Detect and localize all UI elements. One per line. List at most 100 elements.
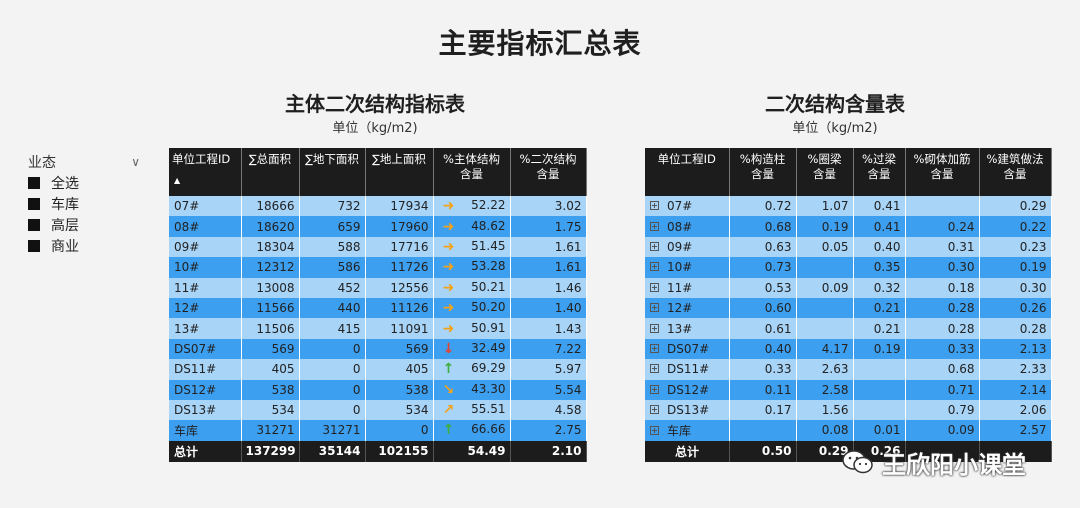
table-row[interactable]: 车库 31271 31271 0 ↑ 66.66 2.75 [169,420,587,441]
cell-content-5: 0.19 [979,257,1052,278]
col-header-total-area[interactable]: ∑总面积 [241,148,300,196]
expand-icon[interactable] [650,201,659,211]
expand-icon[interactable] [650,364,659,374]
cell-underground-area: 659 [299,216,366,237]
cell-secondary-structure: 1.75 [510,216,587,237]
table-row[interactable]: DS11# 405 0 405 ↑ 69.29 5.97 [169,359,587,380]
table-row[interactable]: DS13# 0.17 1.56 0.79 2.06 [645,399,1052,421]
cell-unit-id: 07# [645,196,730,217]
checkbox-icon[interactable] [28,239,40,252]
expand-icon[interactable] [650,384,659,394]
checkbox-icon[interactable] [28,218,40,231]
slicer-item-all[interactable]: 全选 [28,172,140,193]
expand-icon[interactable] [650,303,659,313]
table-row[interactable]: DS11# 0.33 2.63 0.68 2.33 [645,359,1052,380]
expand-icon[interactable] [650,221,659,231]
col-header-masonry-rebar-content[interactable]: %砌体加筋 含量 [905,148,980,196]
cell-unit-id: 11# [645,277,730,298]
cell-value: DS11# [667,362,710,377]
slicer-item-label: 全选 [51,175,79,192]
cell-unit-id: DS07# [169,338,242,360]
expand-icon[interactable] [650,241,659,251]
cell-content-1: 0.60 [729,297,797,319]
slicer-item-commercial[interactable]: 商业 [28,235,140,256]
cell-content-2: 0.05 [796,236,854,258]
expand-icon[interactable] [650,262,659,272]
expand-icon[interactable] [650,425,659,435]
cell-value: DS07# [667,341,710,356]
table-row[interactable]: DS13# 534 0 534 ↗ 55.51 4.58 [169,399,587,421]
cell-underground-area: 586 [299,257,366,278]
col-header-ring-beam-content[interactable]: %圈梁 含量 [796,148,854,196]
table1-title: 主体二次结构指标表 [285,92,465,116]
col-header-lintel-content[interactable]: %过梁 含量 [853,148,906,196]
expand-icon[interactable] [650,405,659,415]
table-row[interactable]: 08# 0.68 0.19 0.41 0.24 0.22 [645,216,1052,237]
table-row[interactable]: 13# 0.61 0.21 0.28 0.28 [645,318,1052,339]
cell-content-2: 1.07 [796,196,854,217]
table-row[interactable]: 12# 11566 440 11126 ➜ 50.20 1.40 [169,297,587,319]
expand-icon[interactable] [650,343,659,353]
col-header-unit-id[interactable]: 单位工程ID ▲ [169,148,242,196]
cell-secondary-structure: 3.02 [510,196,587,217]
table-row[interactable]: 10# 12312 586 11726 ➜ 53.28 1.61 [169,257,587,278]
secondary-structure-table: 单位工程ID %构造柱 含量 %圈梁 含量 %过梁 含量 %砌体加筋 含量 %建… [645,148,1052,462]
col-header-architecture-content[interactable]: %建筑做法 含量 [979,148,1052,196]
cell-unit-id: DS07# [645,338,730,360]
cell-value: 48.62 [471,218,506,233]
table-row[interactable]: DS12# 538 0 538 ↘ 43.30 5.54 [169,379,587,400]
table-row[interactable]: 07# 18666 732 17934 ➜ 52.22 3.02 [169,196,587,217]
cell-total-area: 538 [241,379,300,400]
col-header-unit-id[interactable]: 单位工程ID [645,148,730,196]
table-row[interactable]: 10# 0.73 0.35 0.30 0.19 [645,257,1052,278]
cell-aboveground-area: 405 [365,359,434,380]
chevron-down-icon[interactable]: ∨ [131,155,140,169]
arrow-right-icon: ➜ [442,320,455,337]
table-row[interactable]: 09# 0.63 0.05 0.40 0.31 0.23 [645,236,1052,258]
slicer-item-label: 高层 [51,217,79,234]
table-row[interactable]: 09# 18304 588 17716 ➜ 51.45 1.61 [169,236,587,258]
arrow-right-icon: ➜ [442,279,455,296]
cell-secondary-structure: 2.10 [510,440,587,462]
col-header-column-content[interactable]: %构造柱 含量 [729,148,797,196]
col-header-aboveground-area[interactable]: ∑地上面积 [365,148,434,196]
table-row[interactable]: 11# 13008 452 12556 ➜ 50.21 1.46 [169,277,587,298]
cell-content-3: 0.19 [853,338,906,360]
structure-indicator-table: 单位工程ID ▲ ∑总面积 ∑地下面积 ∑地上面积 %主体结构 含量 %二次结构 … [169,148,587,462]
cell-value: 08# [667,219,693,234]
watermark: 王欣阳小课堂 [842,442,1026,482]
col-header-underground-area[interactable]: ∑地下面积 [299,148,366,196]
sort-ascending-icon[interactable]: ▲ [174,173,238,188]
cell-content-3: 0.32 [853,277,906,298]
col-header-secondary-structure[interactable]: %二次结构 含量 [510,148,587,196]
cell-content-2: 2.63 [796,359,854,380]
expand-icon[interactable] [650,323,659,333]
cell-content-3: 0.21 [853,297,906,319]
cell-content-5: 0.29 [979,196,1052,217]
table-row[interactable]: 12# 0.60 0.21 0.28 0.26 [645,297,1052,319]
slicer-item-highrise[interactable]: 高层 [28,214,140,235]
cell-content-5: 2.13 [979,338,1052,360]
cell-content-1 [729,420,797,441]
table-row[interactable]: DS12# 0.11 2.58 0.71 2.14 [645,379,1052,400]
checkbox-icon[interactable] [28,197,40,210]
checkbox-icon[interactable] [28,176,40,189]
cell-content-1: 0.53 [729,277,797,298]
arrow-down-right-icon: ↘ [442,381,455,398]
table-row[interactable]: DS07# 569 0 569 ↓ 32.49 7.22 [169,338,587,360]
table-row[interactable]: DS07# 0.40 4.17 0.19 0.33 2.13 [645,338,1052,360]
cell-content-5: 0.23 [979,236,1052,258]
expand-icon[interactable] [650,282,659,292]
table-row[interactable]: 08# 18620 659 17960 ➜ 48.62 1.75 [169,216,587,237]
cell-underground-area: 31271 [299,420,366,441]
col-header-main-structure[interactable]: %主体结构 含量 [433,148,511,196]
cell-value: 53.28 [471,259,506,274]
cell-content-5: 0.22 [979,216,1052,237]
table-row[interactable]: 07# 0.72 1.07 0.41 0.29 [645,196,1052,217]
table-row[interactable]: 13# 11506 415 11091 ➜ 50.91 1.43 [169,318,587,339]
table-row[interactable]: 车库 0.08 0.01 0.09 2.57 [645,420,1052,441]
slicer-header[interactable]: 业态 ∨ [28,152,140,172]
cell-content-4: 0.24 [905,216,980,237]
slicer-item-garage[interactable]: 车库 [28,193,140,214]
table-row[interactable]: 11# 0.53 0.09 0.32 0.18 0.30 [645,277,1052,298]
